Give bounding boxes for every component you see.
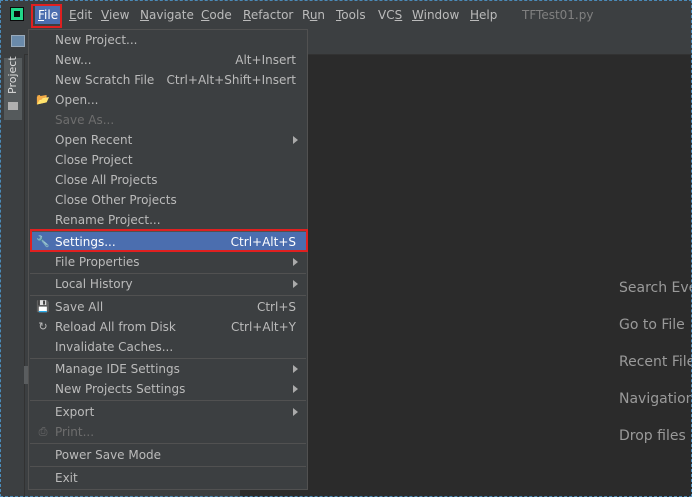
menu-item-manage-ide-settings[interactable]: Manage IDE Settings — [30, 359, 306, 379]
menu-refactor[interactable]: Refactor — [243, 6, 293, 24]
print-icon: ⎙ — [38, 425, 48, 438]
submenu-arrow-icon — [293, 258, 298, 266]
menu-separator — [30, 295, 306, 296]
menu-item-power-save-mode[interactable]: Power Save Mode — [30, 445, 306, 465]
welcome-go-to-file: Go to File — [619, 317, 685, 333]
menu-item-file-properties[interactable]: File Properties — [30, 252, 306, 272]
welcome-navigation-bar: Navigation — [619, 391, 692, 407]
menu-bar: File Edit View Navigate Code Refactor Ru… — [0, 0, 692, 30]
menu-help[interactable]: Help — [470, 6, 497, 24]
menu-vcs[interactable]: VCS — [378, 6, 402, 24]
menu-separator — [30, 400, 306, 401]
menu-item-new-project[interactable]: New Project... — [30, 30, 306, 50]
menu-item-save-as: Save As... — [55, 113, 115, 127]
reload-icon: ↻ — [38, 320, 48, 333]
menu-item-open[interactable]: 📂 Open... — [30, 90, 306, 110]
menu-item-invalidate-caches[interactable]: Invalidate Caches... — [30, 337, 306, 357]
welcome-search-everywhere: Search Eve — [619, 280, 692, 296]
menu-item-local-history[interactable]: Local History — [30, 274, 306, 294]
menu-tools[interactable]: Tools — [336, 6, 366, 24]
settings-item-highlight — [30, 229, 308, 252]
file-menu-dropdown: New Project... New... Alt+Insert New Scr… — [28, 29, 308, 490]
folder-icon — [8, 102, 18, 110]
pycharm-app-icon — [10, 7, 24, 21]
left-tool-window-bar — [0, 54, 25, 497]
menu-item-new[interactable]: New... Alt+Insert — [30, 50, 306, 70]
menu-item-save-all[interactable]: 💾 Save All Ctrl+S — [30, 297, 306, 317]
menu-item-reload-all-from-disk[interactable]: ↻ Reload All from Disk Ctrl+Alt+Y — [30, 317, 306, 337]
menu-separator — [30, 443, 306, 444]
submenu-arrow-icon — [293, 408, 298, 416]
welcome-recent-files: Recent File — [619, 354, 692, 370]
menu-item-export[interactable]: Export — [30, 402, 306, 422]
menu-item-new-projects-settings[interactable]: New Projects Settings — [30, 379, 306, 399]
window-title: TFTest01.py — [522, 8, 594, 22]
menu-window[interactable]: Window — [412, 6, 459, 24]
menu-item-close-project[interactable]: Close Project — [30, 150, 306, 170]
menu-separator — [30, 466, 306, 467]
submenu-arrow-icon — [293, 385, 298, 393]
menu-item-close-all-projects[interactable]: Close All Projects — [30, 170, 306, 190]
welcome-drop-files: Drop files — [619, 428, 686, 444]
project-tab-label: Project — [6, 56, 19, 94]
file-menu-highlight — [31, 4, 62, 28]
menu-view[interactable]: View — [101, 6, 129, 24]
menu-edit[interactable]: Edit — [69, 6, 92, 24]
submenu-arrow-icon — [293, 136, 298, 144]
menu-item-rename-project[interactable]: Rename Project... — [30, 210, 306, 230]
menu-item-open-recent[interactable]: Open Recent — [30, 130, 306, 150]
menu-item-close-other-projects[interactable]: Close Other Projects — [30, 190, 306, 210]
menu-item-exit[interactable]: Exit — [30, 468, 306, 488]
folder-open-icon: 📂 — [36, 93, 50, 106]
menu-item-print: ⎙ Print... — [30, 422, 306, 442]
menu-navigate[interactable]: Navigate — [140, 6, 194, 24]
menu-item-new-scratch-file[interactable]: New Scratch File Ctrl+Alt+Shift+Insert — [30, 70, 306, 90]
submenu-arrow-icon — [293, 365, 298, 373]
submenu-arrow-icon — [293, 280, 298, 288]
menu-code[interactable]: Code — [201, 6, 232, 24]
menu-run[interactable]: Run — [302, 6, 325, 24]
save-icon: 💾 — [36, 300, 50, 313]
